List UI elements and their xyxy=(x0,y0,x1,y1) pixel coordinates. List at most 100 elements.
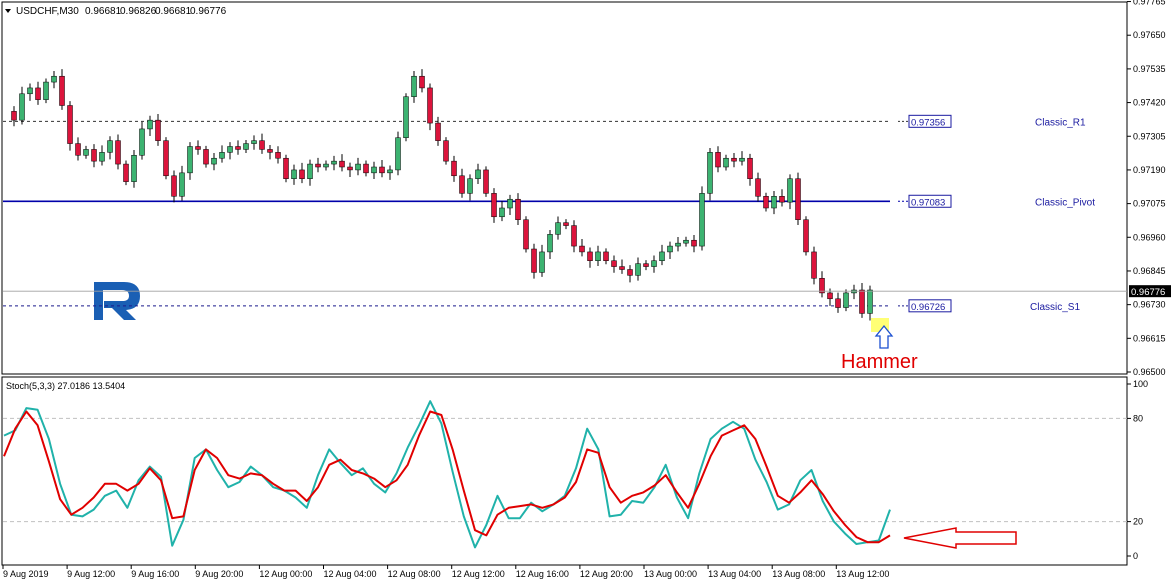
bull-candle xyxy=(331,160,337,165)
ohlc-high: 0.96826 xyxy=(120,6,157,17)
time-tick-label: 13 Aug 00:00 xyxy=(644,569,697,579)
price-tick-label: 0.96500 xyxy=(1133,367,1166,377)
bull-candle xyxy=(651,260,657,267)
bear-candle xyxy=(491,193,497,218)
bull-candle xyxy=(251,140,257,144)
bear-candle xyxy=(299,169,305,179)
bear-candle xyxy=(795,178,801,220)
ohlc-open: 0.96681 xyxy=(85,6,122,17)
bear-candle xyxy=(283,157,289,179)
bear-candle xyxy=(611,260,617,267)
bull-candle xyxy=(787,178,793,203)
stoch-tick-label: 20 xyxy=(1133,517,1143,527)
ohlc-low: 0.96681 xyxy=(155,6,192,17)
bear-candle xyxy=(755,178,761,197)
bear-candle xyxy=(427,87,433,124)
bear-candle xyxy=(451,160,457,177)
bear-candle xyxy=(603,251,609,261)
time-tick-label: 9 Aug 20:00 xyxy=(195,569,243,579)
bear-candle xyxy=(819,278,825,294)
bear-candle xyxy=(779,196,785,203)
bear-candle xyxy=(579,245,585,253)
bull-candle xyxy=(723,157,729,168)
bear-candle xyxy=(123,163,129,182)
bull-candle xyxy=(675,242,681,247)
bear-candle xyxy=(67,105,73,144)
bull-candle xyxy=(467,178,473,194)
bear-candle xyxy=(259,140,265,150)
bear-candle xyxy=(59,75,65,106)
bear-candle xyxy=(619,266,625,270)
bear-candle xyxy=(859,289,865,314)
price-tick-label: 0.97535 xyxy=(1133,64,1166,74)
bull-candle xyxy=(371,166,377,174)
bear-candle xyxy=(691,239,697,247)
bear-candle xyxy=(531,248,537,273)
bull-candle xyxy=(27,87,33,95)
bull-candle xyxy=(219,152,225,159)
bear-candle xyxy=(155,119,161,141)
bull-candle xyxy=(395,137,401,171)
bull-candle xyxy=(323,163,329,168)
chart-window: USDCHF,M30 0.96681 0.96826 0.96681 0.967… xyxy=(1,0,1171,579)
bear-candle xyxy=(347,166,353,171)
bull-candle xyxy=(131,155,137,182)
bear-candle xyxy=(235,146,241,150)
price-axis: 0.97765 0.97650 0.97535 0.97420 0.97305 0.971… xyxy=(1127,0,1166,377)
price-tick-label: 0.97650 xyxy=(1133,30,1166,40)
time-tick-label: 9 Aug 12:00 xyxy=(67,569,115,579)
stoch-tick-label: 80 xyxy=(1133,413,1143,423)
bear-candle xyxy=(483,169,489,194)
level-value-label: 0.97083 xyxy=(911,197,945,208)
bull-candle xyxy=(507,198,513,209)
price-tick-label: 0.96730 xyxy=(1133,300,1166,310)
bull-candle xyxy=(291,169,297,179)
bear-candle xyxy=(731,157,737,162)
bear-candle xyxy=(627,269,633,276)
time-axis: 9 Aug 2019 9 Aug 12:00 9 Aug 16:00 9 Aug 20… xyxy=(2,565,889,579)
bear-candle xyxy=(267,149,273,153)
bull-candle xyxy=(635,263,641,276)
price-tick-label: 0.96845 xyxy=(1133,266,1166,276)
price-tick-label: 0.97420 xyxy=(1133,98,1166,108)
bear-candle xyxy=(515,198,521,220)
bull-candle xyxy=(147,119,153,130)
bull-candle xyxy=(771,196,777,209)
level-name-label: Classic_Pivot xyxy=(1035,197,1095,208)
bull-candle xyxy=(307,163,313,179)
bull-candle xyxy=(843,292,849,308)
indicator-header: Stoch(5,3,3) 27.0186 13.5404 xyxy=(6,381,125,391)
bull-candle xyxy=(107,140,113,153)
bull-candle xyxy=(99,152,105,162)
price-tick-label: 0.96615 xyxy=(1133,333,1166,343)
price-tick-label: 0.97190 xyxy=(1133,165,1166,175)
bull-candle xyxy=(867,289,873,314)
bull-candle xyxy=(499,207,505,218)
hammer-label: Hammer xyxy=(841,351,918,373)
bear-candle xyxy=(763,196,769,209)
bear-candle xyxy=(747,157,753,179)
ohlc-close: 0.96776 xyxy=(190,6,227,17)
bull-candle xyxy=(539,251,545,273)
bear-candle xyxy=(571,225,577,247)
bull-candle xyxy=(83,149,89,156)
current-price-label: 0.96776 xyxy=(1131,287,1165,298)
bear-candle xyxy=(35,87,41,100)
bull-candle xyxy=(243,143,249,150)
time-tick-label: 9 Aug 2019 xyxy=(3,569,49,579)
bull-candle xyxy=(683,239,689,244)
time-tick-label: 12 Aug 12:00 xyxy=(452,569,505,579)
bull-candle xyxy=(227,146,233,153)
bull-candle xyxy=(699,193,705,247)
bear-candle xyxy=(587,251,593,261)
bull-candle xyxy=(739,157,745,162)
bull-candle xyxy=(707,152,713,194)
bear-candle xyxy=(315,163,321,168)
bull-candle xyxy=(555,222,561,235)
bull-candle xyxy=(43,81,49,100)
bull-candle xyxy=(659,251,665,261)
time-tick-label: 13 Aug 04:00 xyxy=(708,569,761,579)
bear-candle xyxy=(827,292,833,300)
bear-candle xyxy=(563,222,569,226)
level-name-label: Classic_R1 xyxy=(1035,117,1086,128)
